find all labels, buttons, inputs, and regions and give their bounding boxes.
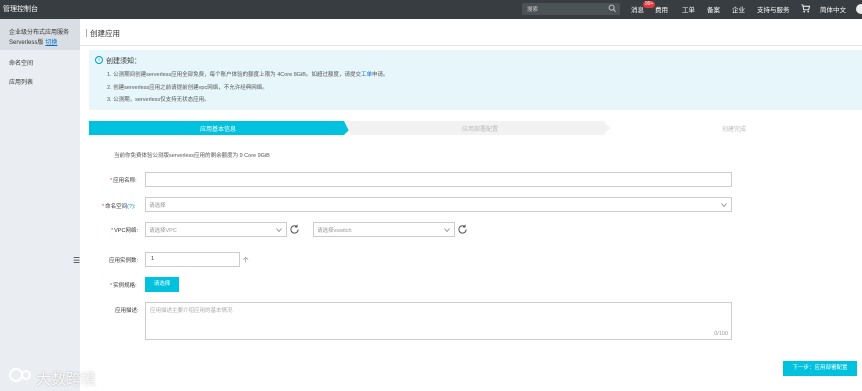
- title-divider: [80, 45, 862, 46]
- watermark: 大数跨境: [8, 366, 96, 389]
- description-textarea[interactable]: 应用描述主要介绍应用的基本情况 0/100: [145, 302, 732, 340]
- notice-heading: 创建须知：: [106, 58, 141, 65]
- description-label: 应用描述:: [115, 308, 139, 314]
- nav-filing[interactable]: 备案: [707, 4, 720, 14]
- quota-text: 当前你免费体验公测版serverless应用的剩余额度为 9 Core 9GiB: [114, 153, 270, 159]
- sidebar-product-title: 企业级分布式应用服务: [9, 30, 70, 36]
- step-deploy-config: 应用部署配置: [461, 126, 498, 133]
- watermark-logo-icon: [9, 368, 31, 382]
- nav-messages[interactable]: 消息: [631, 4, 644, 14]
- ticket-link[interactable]: 工单: [361, 72, 372, 78]
- help-icon-glyph: ?: [129, 204, 133, 210]
- vpc-label: *VPC网络:: [111, 226, 138, 234]
- app-name-input[interactable]: [145, 172, 732, 187]
- page-title: 创建应用: [86, 29, 120, 38]
- refresh-vswitch-icon[interactable]: [457, 224, 468, 235]
- sidebar-edition: Serverless版: [9, 40, 44, 46]
- vswitch-select[interactable]: 请选择vswitch: [313, 222, 455, 237]
- required-mark: *: [110, 283, 113, 289]
- nav-enterprise[interactable]: 企业: [732, 4, 745, 14]
- app-name-label-text: 应用名称:: [113, 178, 137, 184]
- nav-language[interactable]: 简体中文: [820, 4, 846, 14]
- cart-icon[interactable]: [801, 4, 810, 13]
- search-box[interactable]: 搜索: [522, 3, 620, 15]
- required-mark: *: [102, 204, 105, 210]
- switch-edition-link[interactable]: 切换: [45, 40, 57, 46]
- sidebar-collapse-icon[interactable]: ☰: [73, 256, 80, 265]
- sidebar-product-header: 企业级分布式应用服务 Serverless版 切换: [0, 19, 80, 50]
- required-mark: *: [110, 178, 113, 184]
- watermark-text: 大数跨境: [36, 370, 97, 388]
- description-char-count: 0/100: [714, 331, 728, 337]
- select-spec-button[interactable]: 请选择: [145, 277, 179, 292]
- top-navbar: 管理控制台 搜索 消息 99+ 费用 工单 备案 企业 支持与服务 简体中文: [0, 0, 862, 19]
- info-icon: i: [95, 56, 103, 64]
- sidebar: 企业级分布式应用服务 Serverless版 切换 命名空间 应用列表 ☰: [0, 19, 80, 391]
- nav-tickets[interactable]: 工单: [682, 4, 695, 14]
- search-placeholder: 搜索: [527, 7, 539, 13]
- notice-line-1-text: 1. 公测期间创建serverless应用全部免费，每个账户体验的额度上限为 4…: [107, 72, 361, 78]
- chevron-down-icon: [721, 203, 727, 208]
- vswitch-placeholder: 请选择vswitch: [317, 228, 352, 234]
- description-placeholder: 应用描述主要介绍应用的基本情况: [150, 308, 233, 314]
- console-brand[interactable]: 管理控制台: [3, 4, 38, 14]
- namespace-placeholder: 请选择: [149, 203, 166, 209]
- namespace-help-icon[interactable]: (?): [127, 204, 134, 210]
- messages-badge: 99+: [643, 1, 656, 8]
- instances-unit: 个: [243, 258, 249, 264]
- refresh-vpc-icon[interactable]: [289, 224, 300, 235]
- nav-support[interactable]: 支持与服务: [757, 4, 790, 14]
- notice-line-3: 3. 公测期，serverless仅支持无状态应用。: [107, 97, 210, 103]
- instances-label: 应用实例数:: [109, 258, 139, 264]
- chevron-down-icon: [276, 228, 282, 233]
- vpc-label-text: VPC网络:: [114, 228, 138, 234]
- step-progress: 应用基本信息 应用部署配置 创建完成: [89, 121, 862, 135]
- notice-line-2: 2. 创建serverless应用之前请提前创建vpc网络，不允许经典网络。: [107, 85, 268, 91]
- notice-line-1: 1. 公测期间创建serverless应用全部免费，每个账户体验的额度上限为 4…: [107, 70, 388, 78]
- search-icon[interactable]: [608, 4, 617, 13]
- notice-line-1-suffix: 申请。: [371, 72, 389, 78]
- sidebar-product-subtitle: Serverless版 切换: [9, 37, 57, 46]
- required-mark: *: [111, 228, 114, 234]
- nav-billing[interactable]: 费用: [655, 4, 668, 14]
- sidebar-item-app-list[interactable]: 应用列表: [9, 77, 33, 86]
- sidebar-item-namespace[interactable]: 命名空间: [9, 58, 33, 67]
- namespace-select[interactable]: 请选择: [145, 197, 732, 212]
- instances-value: 1: [151, 256, 155, 262]
- namespace-label: *命名空间(?):: [102, 204, 136, 210]
- spec-label-text: 实例规格:: [113, 283, 137, 289]
- step-complete: 创建完成: [721, 126, 746, 133]
- app-name-label: *应用名称:: [110, 176, 137, 184]
- vpc-select[interactable]: 请选择VPC: [145, 222, 287, 237]
- spec-label: *实例规格:: [110, 281, 137, 289]
- step-basic-info: 应用基本信息: [199, 126, 236, 133]
- namespace-label-text: 命名空间: [105, 204, 128, 210]
- avatar[interactable]: [856, 4, 862, 14]
- chevron-down-icon: [444, 228, 450, 233]
- next-step-button[interactable]: 下一步：应用部署配置: [783, 361, 857, 376]
- create-notice-panel: i 创建须知： 1. 公测期间创建serverless应用全部免费，每个账户体验…: [89, 50, 862, 110]
- vpc-placeholder: 请选择VPC: [149, 228, 177, 234]
- instances-input[interactable]: 1: [145, 252, 240, 267]
